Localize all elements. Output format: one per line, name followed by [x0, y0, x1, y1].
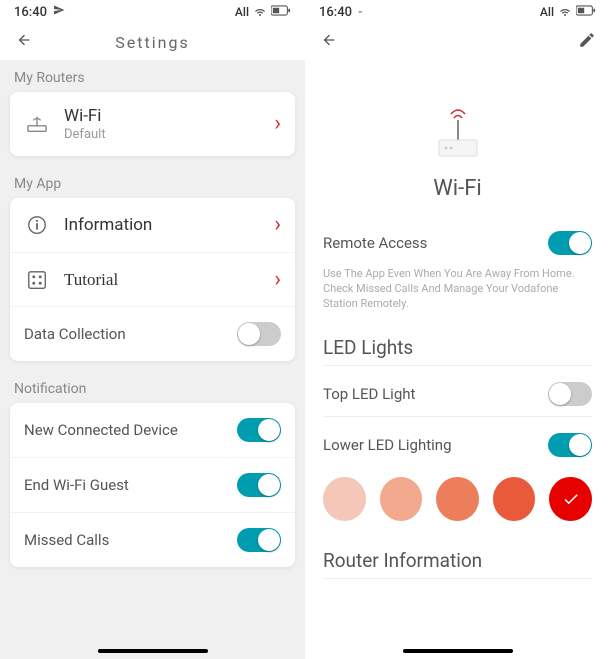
wifi-icon	[253, 5, 267, 20]
back-button[interactable]	[319, 32, 339, 52]
divider	[323, 365, 592, 366]
router-device-icon	[431, 100, 485, 164]
info-icon	[24, 214, 50, 236]
my-app-label: My App	[0, 166, 305, 198]
new-device-toggle[interactable]	[237, 418, 281, 442]
signal-text: All	[235, 5, 249, 19]
end-guest-label: End Wi-Fi Guest	[24, 472, 237, 498]
my-app-card: Information › Tutorial › Data Collection	[10, 198, 295, 361]
top-led-toggle[interactable]	[548, 382, 592, 406]
chevron-right-icon: ›	[274, 269, 281, 291]
status-time: 16:40	[319, 5, 352, 20]
status-time: 16:40	[14, 5, 47, 20]
chevron-right-icon: ›	[274, 113, 281, 135]
detail-screen: 16:40 - All	[305, 0, 610, 659]
signal-text: All	[540, 5, 554, 19]
top-led-label: Top LED Light	[323, 385, 548, 403]
wifi-icon	[558, 5, 572, 20]
divider	[323, 416, 592, 417]
end-guest-toggle[interactable]	[237, 473, 281, 497]
lower-led-toggle[interactable]	[548, 433, 592, 457]
home-indicator[interactable]	[98, 649, 208, 653]
dash-icon: -	[358, 5, 362, 20]
missed-calls-label: Missed Calls	[24, 527, 237, 553]
status-bar: 16:40 - All	[305, 0, 610, 24]
notification-card: New Connected Device End Wi-Fi Guest Mis…	[10, 403, 295, 567]
remote-access-toggle[interactable]	[548, 231, 592, 255]
new-device-row: New Connected Device	[10, 403, 295, 457]
missed-calls-row: Missed Calls	[10, 512, 295, 567]
battery-icon	[576, 5, 596, 19]
lower-led-row: Lower LED Lighting	[305, 423, 610, 467]
color-swatch-2[interactable]	[380, 477, 423, 521]
device-hero: Wi-Fi	[305, 60, 610, 221]
color-swatch-5-selected[interactable]	[549, 477, 592, 521]
router-card: Wi-Fi Default ›	[10, 92, 295, 156]
color-swatch-3[interactable]	[436, 477, 479, 521]
end-guest-row: End Wi-Fi Guest	[10, 457, 295, 512]
nav-bar	[305, 24, 610, 60]
send-icon	[53, 4, 65, 20]
my-routers-label: My Routers	[0, 60, 305, 92]
check-icon	[562, 490, 580, 508]
router-name: Wi-Fi	[64, 106, 274, 126]
grid-icon	[24, 269, 50, 291]
notification-label: Notification	[0, 371, 305, 403]
page-title: Settings	[115, 33, 189, 52]
missed-calls-toggle[interactable]	[237, 528, 281, 552]
settings-screen: 16:40 All Settings My Routers	[0, 0, 305, 659]
router-icon	[24, 113, 50, 135]
top-led-row: Top LED Light	[305, 372, 610, 416]
edit-button[interactable]	[578, 31, 596, 53]
color-picker	[305, 467, 610, 539]
tutorial-label: Tutorial	[64, 270, 274, 290]
router-information-header[interactable]: Router Information	[305, 539, 610, 578]
divider	[323, 578, 592, 579]
router-row[interactable]: Wi-Fi Default ›	[10, 92, 295, 156]
data-collection-row: Data Collection	[10, 306, 295, 361]
data-collection-toggle[interactable]	[237, 322, 281, 346]
tutorial-row[interactable]: Tutorial ›	[10, 252, 295, 306]
nav-bar: Settings	[0, 24, 305, 60]
status-bar: 16:40 All	[0, 0, 305, 24]
back-button[interactable]	[14, 32, 34, 52]
color-swatch-1[interactable]	[323, 477, 366, 521]
home-indicator[interactable]	[403, 649, 513, 653]
chevron-right-icon: ›	[274, 214, 281, 236]
led-lights-header: LED Lights	[305, 326, 610, 365]
lower-led-label: Lower LED Lighting	[323, 436, 548, 454]
router-sub: Default	[64, 127, 274, 142]
remote-access-label: Remote Access	[323, 234, 548, 252]
data-collection-label: Data Collection	[24, 321, 237, 347]
color-swatch-4[interactable]	[493, 477, 536, 521]
remote-access-hint: Use The App Even When You Are Away From …	[305, 265, 610, 326]
information-label: Information	[64, 215, 274, 235]
device-name: Wi-Fi	[433, 176, 481, 201]
information-row[interactable]: Information ›	[10, 198, 295, 252]
remote-access-row: Remote Access	[305, 221, 610, 265]
new-device-label: New Connected Device	[24, 417, 237, 443]
battery-icon	[271, 5, 291, 19]
